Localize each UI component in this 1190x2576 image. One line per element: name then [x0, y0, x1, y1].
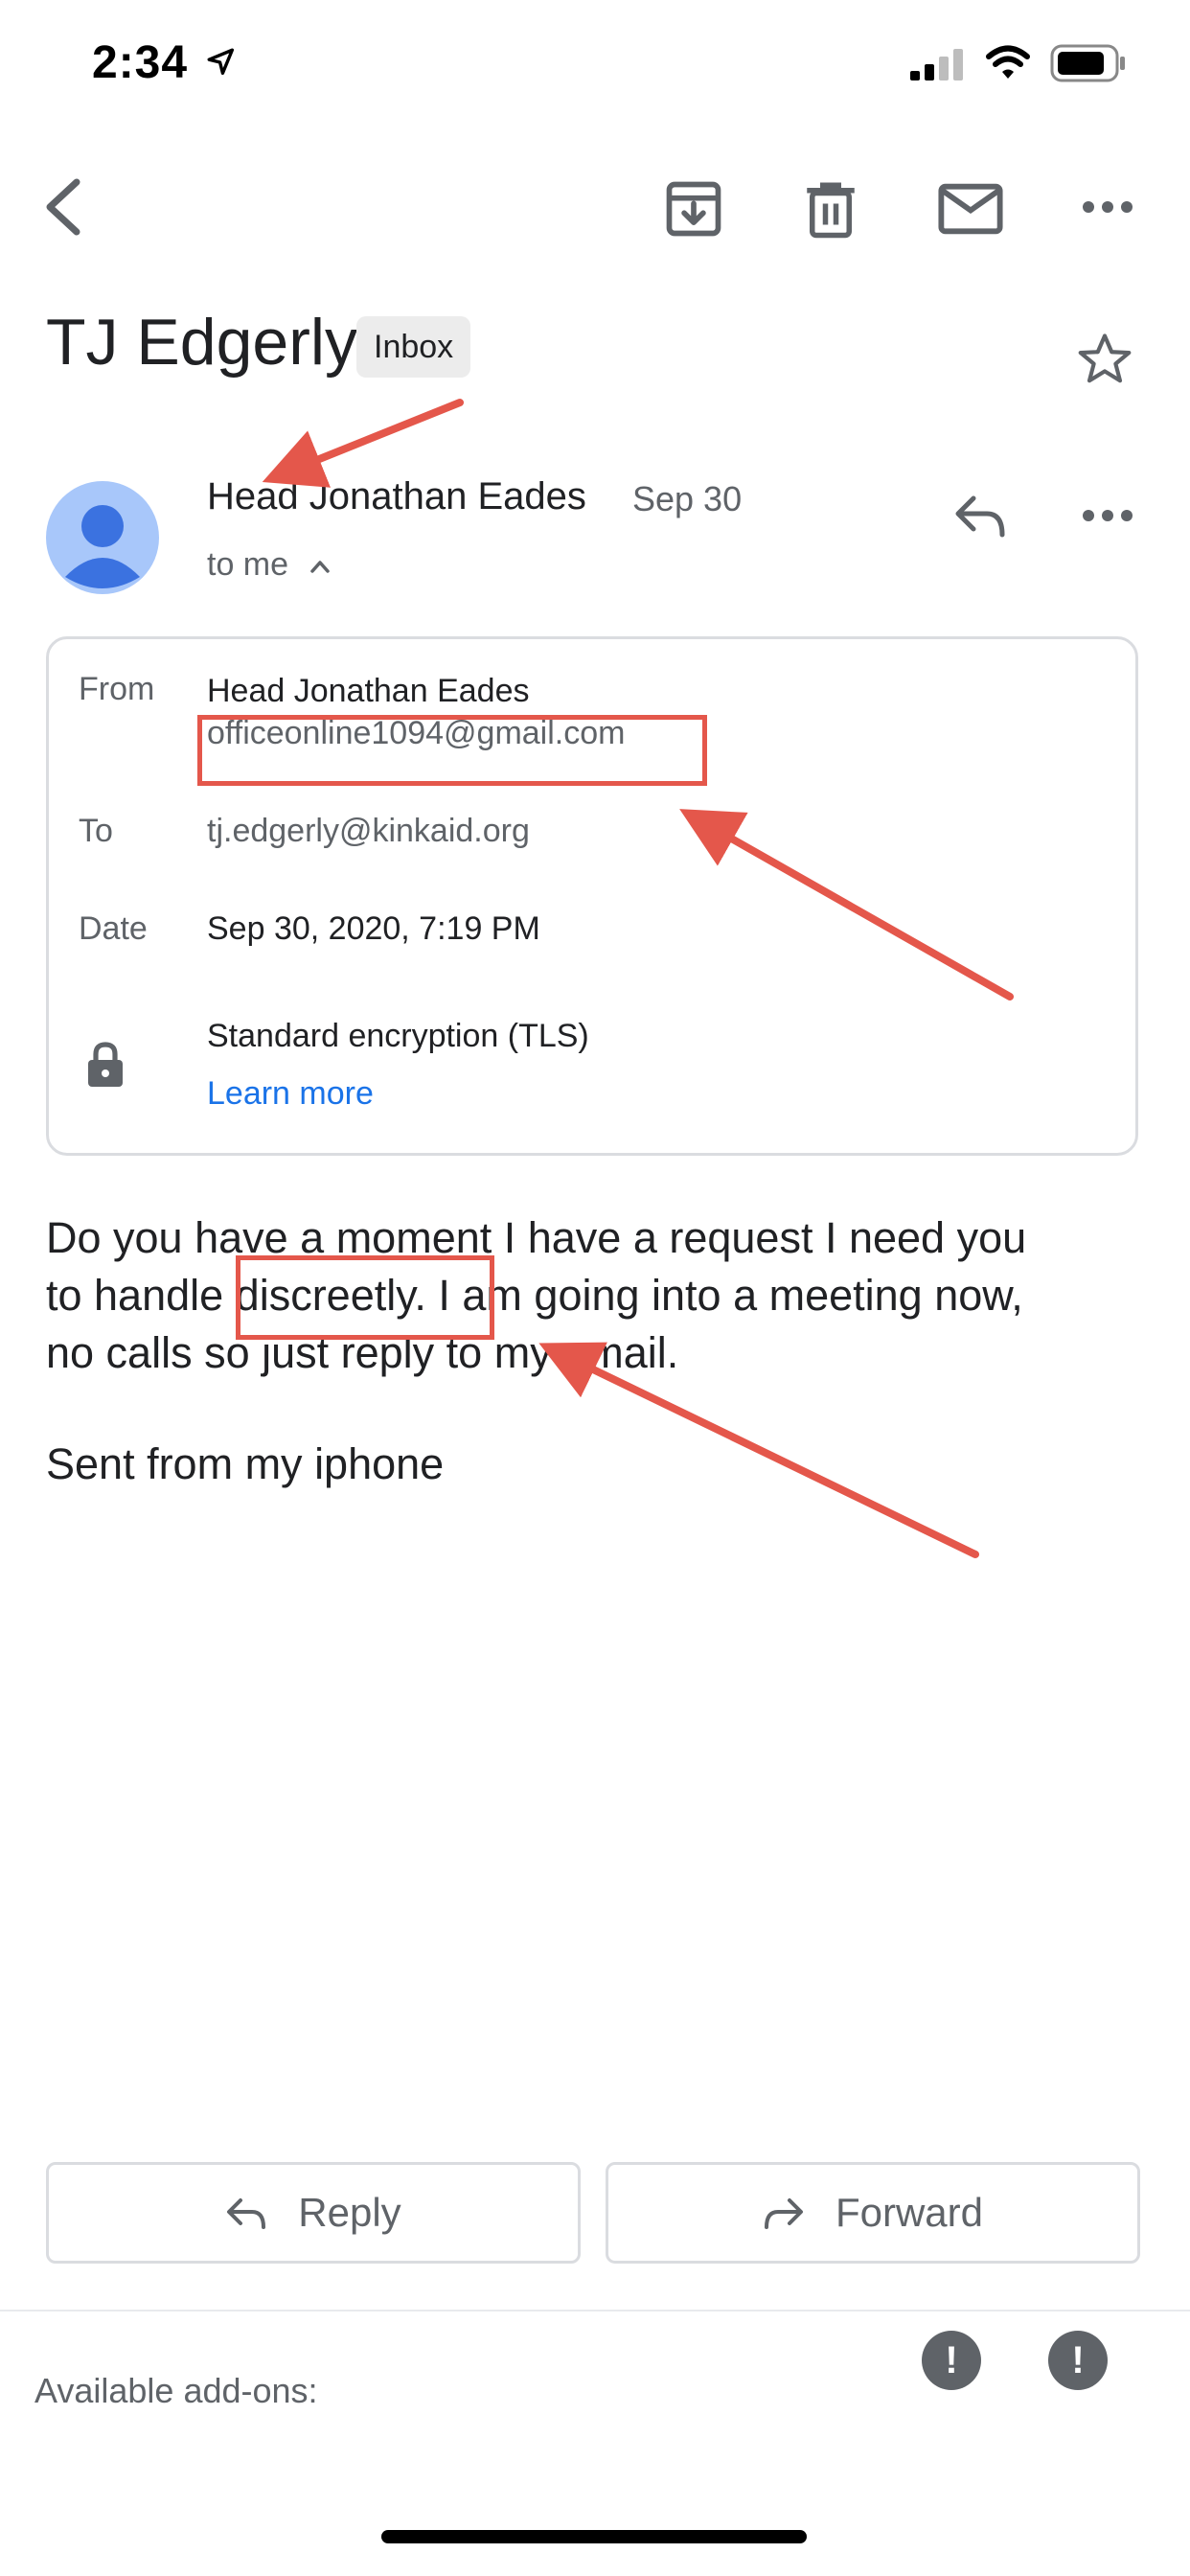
lock-icon: [88, 1042, 123, 1087]
location-arrow-icon: [207, 48, 235, 76]
status-time: 2:34: [92, 37, 189, 88]
avatar[interactable]: [46, 481, 159, 594]
to-label: To: [79, 813, 113, 849]
annotation-box-discreetly: [236, 1255, 494, 1340]
to-me-label: to me: [207, 546, 289, 583]
addons-label: Available add-ons:: [34, 2371, 318, 2410]
encryption-text: Standard encryption (TLS): [207, 1018, 589, 1054]
date-label: Date: [79, 910, 148, 947]
sender-name[interactable]: Head Jonathan Eades: [207, 475, 586, 518]
star-icon[interactable]: [1075, 330, 1134, 389]
annotation-box-email: [197, 715, 707, 786]
addon-alert-icon[interactable]: !: [922, 2331, 981, 2390]
reply-label: Reply: [298, 2190, 401, 2235]
cellular-signal-icon: [910, 49, 963, 80]
addons-divider: [0, 2310, 1190, 2312]
from-name: Head Jonathan Eades: [207, 673, 530, 709]
reply-button[interactable]: Reply: [46, 2162, 581, 2264]
body-line: Do you have a moment I have a request I …: [46, 1213, 1027, 1262]
annotation-arrow: [538, 1342, 979, 1558]
message-more-icon[interactable]: [1081, 506, 1134, 525]
archive-icon[interactable]: [661, 176, 726, 242]
addon-alert-icon[interactable]: !: [1048, 2331, 1108, 2390]
trash-icon[interactable]: [799, 176, 862, 242]
learn-more-link[interactable]: Learn more: [207, 1075, 374, 1113]
date-value: Sep 30, 2020, 7:19 PM: [207, 910, 540, 947]
email-date-short: Sep 30: [632, 479, 743, 518]
back-icon[interactable]: [40, 176, 86, 238]
more-icon[interactable]: [1081, 197, 1134, 217]
recipient-toggle[interactable]: to me: [207, 546, 331, 584]
email-signature: Sent from my iphone: [46, 1439, 445, 1488]
mail-icon[interactable]: [937, 182, 1004, 236]
body-line: no calls so just reply to my email.: [46, 1328, 679, 1377]
email-subject: TJ Edgerly: [46, 306, 357, 379]
forward-arrow-icon: [764, 2198, 803, 2229]
home-indicator: [381, 2530, 807, 2543]
to-email[interactable]: tj.edgerly@kinkaid.org: [207, 813, 530, 850]
body-line: to handle discreetly. I am going into a …: [46, 1271, 1023, 1320]
email-body: Do you have a moment I have a request I …: [46, 1209, 1148, 1382]
reply-icon[interactable]: [952, 493, 1008, 540]
reply-arrow-icon: [227, 2198, 266, 2229]
forward-button[interactable]: Forward: [606, 2162, 1140, 2264]
annotation-arrow: [262, 399, 464, 488]
from-label: From: [79, 671, 155, 707]
inbox-label-chip[interactable]: Inbox: [356, 316, 471, 378]
wifi-icon: [986, 45, 1030, 79]
chevron-up-icon: [309, 561, 330, 573]
battery-icon: [1050, 44, 1125, 82]
forward-label: Forward: [835, 2190, 984, 2235]
